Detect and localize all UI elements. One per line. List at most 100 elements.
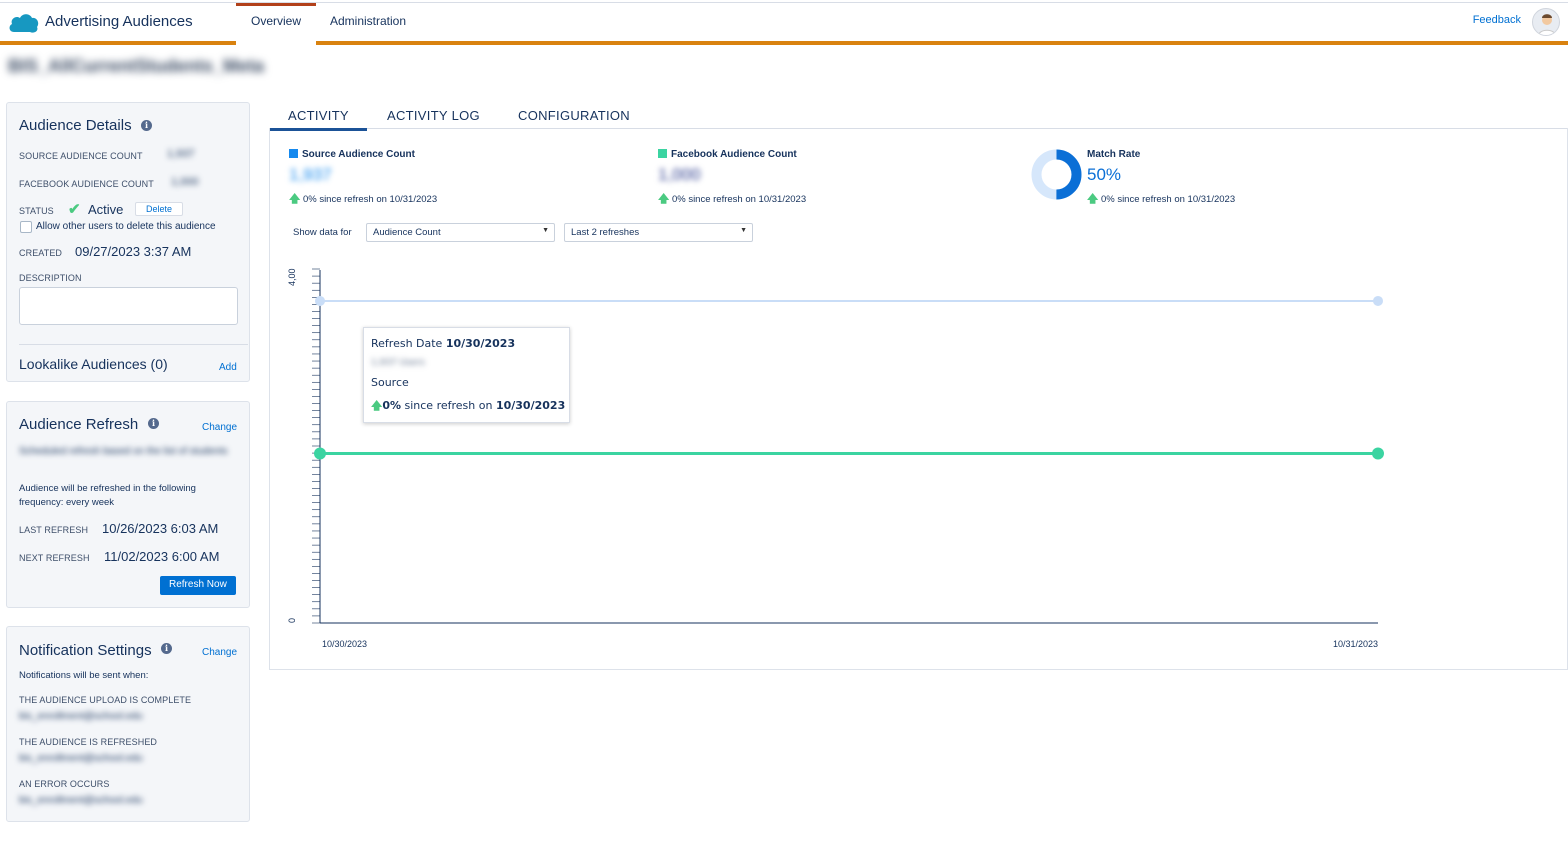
tab-administration[interactable]: Administration bbox=[330, 3, 406, 45]
next-refresh-value: 11/02/2023 6:00 AM bbox=[104, 549, 220, 564]
range-select[interactable]: Last 2 refreshes ▼ bbox=[564, 223, 753, 242]
y-tick-label-zero: 0 bbox=[287, 618, 297, 623]
arrow-up-icon: 🡅 bbox=[371, 399, 383, 412]
app-header: Advertising Audiences Overview Administr… bbox=[0, 3, 1568, 47]
status-value: Active bbox=[88, 202, 124, 217]
tooltip-change-text: since refresh on bbox=[404, 399, 493, 412]
description-label: DESCRIPTION bbox=[19, 273, 82, 283]
show-data-label: Show data for bbox=[293, 227, 352, 238]
tab-overview[interactable]: Overview bbox=[236, 3, 316, 47]
refreshed-email: bis_enrollment@school.edu bbox=[19, 753, 143, 764]
facebook-count-label: FACEBOOK AUDIENCE COUNT bbox=[19, 179, 154, 189]
activity-chart: 4,00 0 10/30/2023 10/31/2023 bbox=[287, 268, 1384, 649]
facebook-count-value: 1,000 bbox=[171, 176, 199, 188]
upload-complete-email: bis_enrollment@school.edu bbox=[19, 711, 143, 722]
refresh-now-button[interactable]: Refresh Now bbox=[160, 576, 236, 595]
source-stat-change-text: 0% since refresh on 10/31/2023 bbox=[302, 194, 438, 205]
feedback-link[interactable]: Feedback bbox=[1473, 14, 1521, 26]
error-label: AN ERROR OCCURS bbox=[19, 779, 110, 789]
arrow-up-icon: 🡅 bbox=[289, 193, 301, 205]
tooltip-title-prefix: Refresh Date bbox=[371, 337, 443, 350]
notification-settings-card: Notification Settings i Change Notificat… bbox=[6, 626, 250, 822]
source-stat-title-text: Source Audience Count bbox=[302, 149, 415, 160]
arrow-up-icon: 🡅 bbox=[1087, 193, 1099, 205]
series-point-1-1[interactable] bbox=[1372, 447, 1384, 460]
match-stat-change-text: 0% since refresh on 10/31/2023 bbox=[1100, 194, 1236, 205]
delete-button[interactable]: Delete bbox=[135, 202, 184, 216]
add-lookalike-link[interactable]: Add bbox=[219, 362, 237, 373]
facebook-stat-change-text: 0% since refresh on 10/31/2023 bbox=[671, 194, 807, 205]
status-label: STATUS bbox=[19, 206, 54, 216]
metric-select-value: Audience Count bbox=[373, 227, 441, 238]
facebook-legend-swatch bbox=[658, 149, 667, 158]
info-icon[interactable]: i bbox=[148, 418, 159, 429]
tooltip-series-name: Source bbox=[371, 376, 409, 389]
salesforce-cloud-icon bbox=[9, 14, 39, 33]
source-count-stat-value: 1,937 bbox=[289, 165, 332, 184]
series-point-0-0[interactable] bbox=[315, 295, 325, 306]
info-icon[interactable]: i bbox=[141, 120, 152, 131]
facebook-count-stat-value: 1,000 bbox=[658, 165, 701, 184]
facebook-count-stat-change: 🡅 0% since refresh on 10/31/2023 bbox=[658, 190, 806, 209]
source-count-label: SOURCE AUDIENCE COUNT bbox=[19, 151, 143, 161]
change-notifications-link[interactable]: Change bbox=[202, 647, 237, 658]
match-rate-donut bbox=[1031, 149, 1082, 200]
series-point-1-0[interactable] bbox=[314, 447, 326, 460]
arrow-up-icon: 🡅 bbox=[658, 193, 670, 205]
divider bbox=[19, 344, 248, 345]
frequency-text: Audience will be refreshed in the follow… bbox=[19, 483, 196, 508]
change-refresh-link[interactable]: Change bbox=[202, 422, 237, 433]
series-point-0-1[interactable] bbox=[1373, 295, 1383, 306]
tab-configuration[interactable]: CONFIGURATION bbox=[518, 108, 630, 123]
source-count-stat-change: 🡅 0% since refresh on 10/31/2023 bbox=[289, 190, 437, 209]
chart-tooltip: Refresh Date 10/30/2023 1,937 Users Sour… bbox=[363, 327, 570, 423]
avatar[interactable] bbox=[1532, 8, 1560, 36]
allow-delete-checkbox[interactable] bbox=[20, 221, 32, 233]
audience-details-title: Audience Details bbox=[19, 117, 132, 134]
last-refresh-value: 10/26/2023 6:03 AM bbox=[102, 521, 219, 536]
facebook-stat-title-text: Facebook Audience Count bbox=[671, 149, 797, 160]
description-field[interactable] bbox=[19, 287, 238, 325]
tooltip-change-date: 10/30/2023 bbox=[495, 399, 566, 412]
app-title: Advertising Audiences bbox=[45, 13, 193, 30]
tab-activity[interactable]: ACTIVITY bbox=[269, 108, 367, 131]
facebook-count-stat-title: Facebook Audience Count bbox=[658, 149, 797, 160]
tooltip-title-date: 10/30/2023 bbox=[445, 337, 516, 350]
audience-details-card: Audience Details i SOURCE AUDIENCE COUNT… bbox=[6, 102, 250, 382]
refreshed-label: THE AUDIENCE IS REFRESHED bbox=[19, 737, 158, 747]
caret-down-icon: ▼ bbox=[740, 227, 747, 234]
info-icon[interactable]: i bbox=[161, 643, 172, 654]
audience-refresh-card: Audience Refresh i Change Scheduled refr… bbox=[6, 401, 250, 608]
allow-delete-label: Allow other users to delete this audienc… bbox=[36, 221, 216, 232]
upload-complete-label: THE AUDIENCE UPLOAD IS COMPLETE bbox=[19, 695, 192, 705]
created-label: CREATED bbox=[19, 248, 63, 258]
tooltip-blurred-value: 1,937 Users bbox=[371, 358, 425, 368]
next-refresh-label: NEXT REFRESH bbox=[19, 553, 90, 563]
match-rate-change: 🡅 0% since refresh on 10/31/2023 bbox=[1087, 190, 1235, 209]
notification-settings-title: Notification Settings bbox=[19, 642, 152, 659]
lookalike-audiences-title: Lookalike Audiences (0) bbox=[19, 356, 168, 372]
match-rate-value: 50% bbox=[1087, 165, 1122, 184]
y-axis-ticks bbox=[312, 268, 320, 624]
x-tick-label-end: 10/31/2023 bbox=[1333, 639, 1378, 649]
match-rate-title: Match Rate bbox=[1087, 149, 1141, 160]
error-email: bis_enrollment@school.edu bbox=[19, 795, 143, 806]
user-avatar-icon bbox=[1538, 14, 1556, 35]
tooltip-title: Refresh Date 10/30/2023 bbox=[371, 337, 515, 350]
source-count-stat-title: Source Audience Count bbox=[289, 149, 415, 160]
created-value: 09/27/2023 3:37 AM bbox=[75, 244, 192, 259]
check-icon: ✔ bbox=[68, 201, 81, 218]
last-refresh-label: LAST REFRESH bbox=[19, 525, 89, 535]
x-tick-label-start: 10/30/2023 bbox=[322, 639, 367, 649]
refresh-source-text: Scheduled refresh based on the list of s… bbox=[19, 446, 228, 457]
tab-activity-log[interactable]: ACTIVITY LOG bbox=[387, 108, 480, 123]
y-tick-label-top: 4,00 bbox=[287, 268, 297, 286]
tooltip-change-pct: 0% bbox=[382, 399, 401, 412]
notifications-intro: Notifications will be sent when: bbox=[19, 670, 149, 681]
metric-select[interactable]: Audience Count ▼ bbox=[366, 223, 555, 242]
tooltip-change: 🡅0% since refresh on 10/30/2023 bbox=[371, 397, 565, 416]
caret-down-icon: ▼ bbox=[542, 227, 549, 234]
audience-refresh-title: Audience Refresh bbox=[19, 416, 139, 433]
main-tabs: ACTIVITY ACTIVITY LOG CONFIGURATION bbox=[269, 101, 1568, 131]
range-select-value: Last 2 refreshes bbox=[571, 227, 640, 238]
